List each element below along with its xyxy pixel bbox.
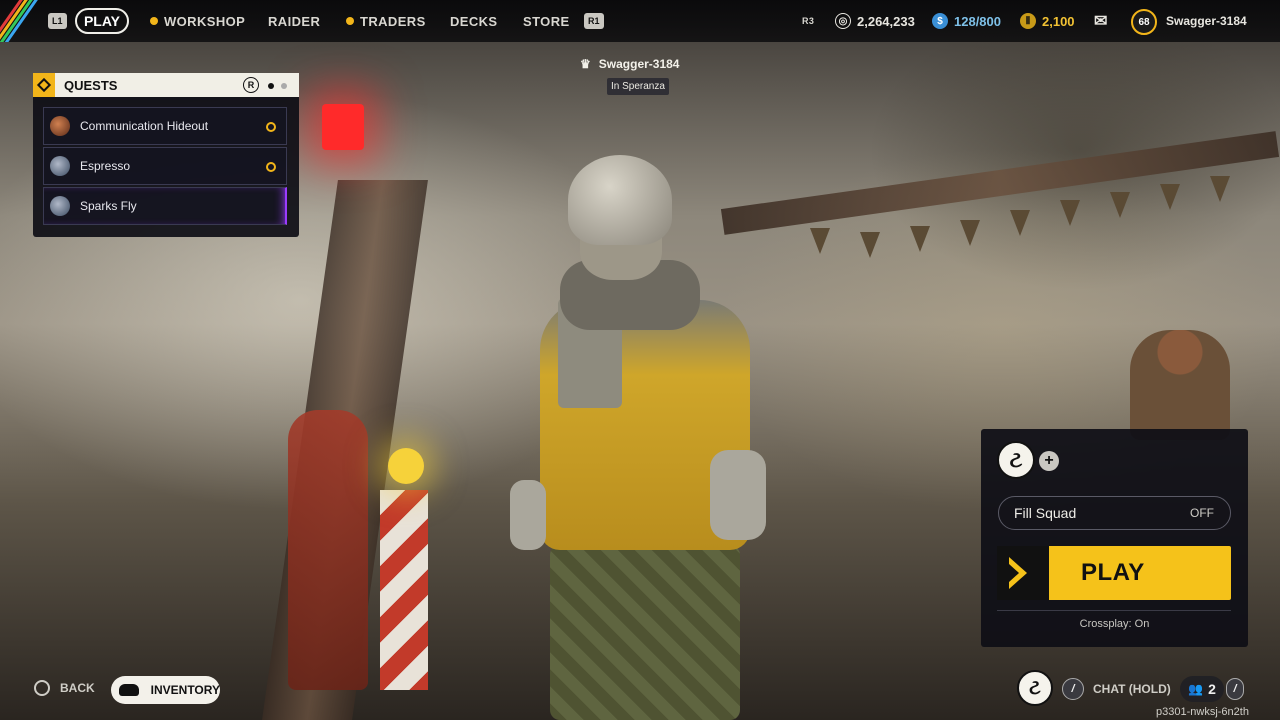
coins-stat: ◎ 2,264,233: [835, 0, 915, 42]
scene-bunting: [1010, 210, 1030, 236]
play-arrow-icon: [997, 546, 1049, 600]
squad-member-avatar[interactable]: ટ: [997, 441, 1035, 479]
scene-bunting: [910, 226, 930, 252]
tab-workshop[interactable]: WORKSHOP: [150, 0, 245, 42]
tab-store[interactable]: STORE: [523, 0, 570, 42]
quest-label: Sparks Fly: [80, 199, 137, 213]
fill-squad-value: OFF: [1190, 506, 1214, 520]
l1-button-hint: L1: [48, 13, 67, 29]
raider-token-icon: ⦀: [1020, 13, 1036, 29]
character-pants: [550, 545, 740, 720]
character-helmet: [568, 155, 672, 245]
scene-bunting: [960, 220, 980, 246]
crossplay-status: Crossplay: On: [1079, 618, 1150, 630]
people-icon: 👥: [1188, 682, 1204, 696]
tab-raider[interactable]: RAIDER: [268, 0, 320, 42]
player-nameplate: ♛ Swagger-3184: [580, 57, 679, 71]
fill-squad-toggle[interactable]: Fill Squad OFF: [998, 496, 1231, 530]
player-avatar[interactable]: ટ: [1017, 670, 1053, 706]
scene-red-lamp: [322, 104, 364, 150]
stash-stat: $128/800: [932, 0, 1001, 42]
back-label: BACK: [60, 681, 95, 695]
scene-bunting: [1210, 176, 1230, 202]
quest-label: Communication Hideout: [80, 119, 209, 133]
stash-icon: $: [932, 13, 948, 29]
party-count[interactable]: 👥 2: [1180, 676, 1224, 702]
player-location: In Speranza: [607, 78, 669, 95]
scene-npc: [288, 410, 368, 690]
quest-item[interactable]: Espresso: [43, 147, 287, 185]
scene-barrier: [380, 490, 428, 690]
squad-panel: ટ + Fill Squad OFF PLAY Crossplay: On: [981, 429, 1248, 647]
quest-giver-portrait-icon: [50, 196, 70, 216]
top-nav-bar: L1 PLAY WORKSHOP RAIDER TRADERS DECKS ST…: [0, 0, 1280, 42]
scene-beam: [720, 131, 1280, 235]
tracked-quest-icon: [266, 162, 276, 172]
scene-npc-bartender: [1130, 330, 1230, 440]
header-username[interactable]: Swagger-3184: [1166, 0, 1247, 42]
r1-button-hint: R1: [584, 13, 604, 29]
player-name: Swagger-3184: [598, 57, 680, 71]
scene-bunting: [1110, 192, 1130, 218]
chat-hold-label[interactable]: CHAT (HOLD): [1093, 682, 1171, 696]
quests-panel: QUESTS R Communication Hideout Espresso …: [33, 73, 299, 237]
quest-item[interactable]: Communication Hideout: [43, 107, 287, 145]
quest-label: Espresso: [80, 159, 131, 173]
inventory-label: INVENTORY: [150, 683, 220, 697]
tab-play[interactable]: PLAY: [75, 8, 129, 34]
play-button-label: PLAY: [1081, 559, 1145, 586]
divider: [997, 610, 1231, 611]
quest-giver-portrait-icon: [50, 116, 70, 136]
player-level-badge: 68: [1131, 9, 1157, 35]
add-squad-member-icon[interactable]: +: [1039, 451, 1059, 471]
tokens-value: 2,100: [1042, 13, 1075, 29]
quest-diamond-icon: [33, 73, 55, 97]
coins-value: 2,264,233: [857, 13, 915, 29]
quest-giver-portrait-icon: [50, 156, 70, 176]
quest-item-selected[interactable]: Sparks Fly: [43, 187, 287, 225]
brand-stripes-logo: [0, 0, 40, 42]
tab-traders-label: TRADERS: [360, 13, 426, 29]
mail-icon[interactable]: ✉: [1094, 0, 1107, 42]
circle-button-icon: [34, 680, 50, 696]
touchpad-icon: [119, 684, 139, 696]
scene-bunting: [860, 232, 880, 258]
coin-icon: ◎: [835, 13, 851, 29]
stick-button-icon: /: [1062, 678, 1084, 700]
notification-dot-icon: [150, 17, 158, 25]
page-dot-active: [268, 83, 274, 89]
scene-bunting: [1060, 200, 1080, 226]
build-id: p3301-nwksj-6n2th: [1156, 706, 1249, 718]
stick-button-icon: /: [1226, 678, 1244, 700]
scene-yellow-lamp: [388, 448, 424, 484]
tab-workshop-label: WORKSHOP: [164, 13, 246, 29]
tokens-stat: ⦀ 2,100: [1020, 0, 1075, 42]
character-glove: [710, 450, 766, 540]
tracked-quest-icon: [266, 122, 276, 132]
quests-header: QUESTS R: [33, 73, 299, 97]
party-count-value: 2: [1208, 681, 1216, 697]
back-button[interactable]: BACK: [34, 680, 95, 696]
fill-squad-label: Fill Squad: [1014, 505, 1077, 521]
crown-icon: ♛: [580, 57, 591, 71]
character-glove: [510, 480, 546, 550]
notification-dot-icon: [346, 17, 354, 25]
scene-bunting: [810, 228, 830, 254]
inventory-button[interactable]: INVENTORY: [111, 676, 220, 704]
player-character: [510, 150, 800, 720]
tab-traders[interactable]: TRADERS: [346, 0, 426, 42]
r3-stick-icon: R3: [802, 16, 815, 26]
stash-value: 128/800: [954, 13, 1001, 29]
play-button[interactable]: PLAY: [997, 546, 1231, 600]
r3-hint: R3: [802, 0, 814, 42]
page-dot: [281, 83, 287, 89]
r-button-hint-icon: R: [243, 77, 259, 93]
scene-bunting: [1160, 184, 1180, 210]
quests-title: QUESTS: [64, 77, 118, 93]
tab-decks[interactable]: DECKS: [450, 0, 498, 42]
